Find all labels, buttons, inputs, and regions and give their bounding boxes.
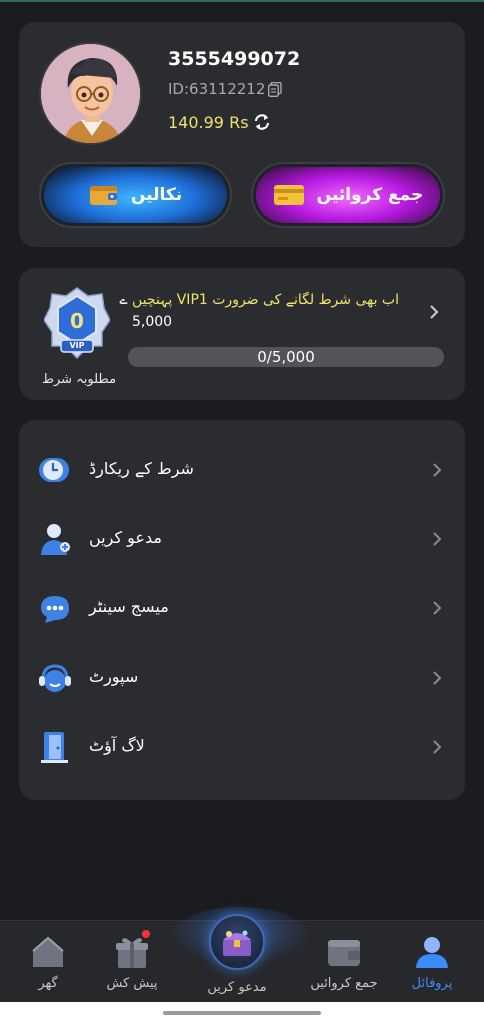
nav-label-profile: پروفائل bbox=[411, 976, 453, 991]
deposit-label: جمع کروائیں bbox=[316, 185, 424, 205]
profile-card: 3555499072 ID:63112212 140.99 Rs نکالیں … bbox=[19, 22, 465, 247]
balance-amount: 140.99 Rs bbox=[168, 113, 249, 132]
status-accent-line bbox=[0, 0, 484, 2]
nav-home[interactable]: گھر bbox=[0, 921, 96, 1003]
wallet-icon bbox=[89, 186, 117, 205]
gift-icon bbox=[116, 938, 148, 968]
vip-level: 0 bbox=[70, 309, 84, 333]
nav-center-button bbox=[209, 914, 265, 970]
nav-promotions[interactable]: پیش کش bbox=[84, 921, 180, 1003]
support-headset-icon bbox=[39, 664, 71, 692]
chevron-right-icon bbox=[433, 463, 442, 477]
notification-dot bbox=[142, 930, 150, 938]
wallet-icon bbox=[328, 940, 360, 966]
nav-deposit[interactable]: جمع کروائیں bbox=[296, 921, 392, 1003]
vip-progress-text: 0/5,000 bbox=[257, 348, 315, 366]
message-icon bbox=[41, 596, 69, 623]
chevron-right-icon bbox=[433, 671, 442, 685]
chevron-right-icon bbox=[433, 740, 442, 754]
menu-label-logout: لاگ آؤٹ bbox=[89, 736, 145, 755]
chevron-right-icon bbox=[433, 601, 442, 615]
menu-label-message-center: میسج سینٹر bbox=[89, 597, 169, 616]
menu-label-support: سپورٹ bbox=[89, 667, 139, 686]
chevron-right-icon[interactable] bbox=[429, 304, 439, 320]
vip-message-text: اب بھی شرط لگانے کی ضرورت VIP1 پہنچیں bbox=[132, 292, 399, 308]
nav-label-deposit: جمع کروائیں bbox=[310, 976, 378, 991]
clock-icon bbox=[39, 458, 69, 482]
menu-item-logout[interactable]: لاگ آؤٹ bbox=[19, 717, 465, 777]
logout-door-icon bbox=[41, 732, 68, 763]
profile-icon bbox=[416, 937, 448, 968]
avatar-illustration bbox=[41, 44, 140, 143]
vip-progress-bar: 0/5,000 bbox=[128, 347, 444, 367]
vip-caption: مطلوبہ شرط bbox=[41, 372, 117, 387]
menu-label-invite: مدعو کریں bbox=[89, 528, 162, 547]
card-icon bbox=[273, 185, 304, 205]
bottom-nav: گھر پیش کش مدعو کریں جمع کروائیں پروفائل bbox=[0, 907, 484, 1003]
treasure-chest-icon bbox=[223, 930, 251, 956]
menu-label-bet-records: شرط کے ریکارڈ bbox=[89, 459, 194, 478]
chevron-right-icon bbox=[433, 532, 442, 546]
home-icon bbox=[32, 936, 64, 967]
vip-badge-text: VIP bbox=[69, 341, 85, 350]
username: 3555499072 bbox=[168, 48, 301, 70]
copy-icon[interactable] bbox=[268, 82, 282, 97]
menu-item-invite[interactable]: مدعو کریں bbox=[19, 509, 465, 569]
deposit-button[interactable]: جمع کروائیں bbox=[251, 162, 445, 228]
avatar[interactable] bbox=[39, 42, 142, 145]
menu-item-message-center[interactable]: میسج سینٹر bbox=[19, 578, 465, 638]
nav-label-invite: مدعو کریں bbox=[207, 980, 267, 995]
gesture-bar[interactable] bbox=[163, 1011, 321, 1015]
menu-item-support[interactable]: سپورٹ bbox=[19, 648, 465, 708]
nav-invite[interactable]: مدعو کریں bbox=[189, 914, 285, 1003]
refresh-icon[interactable] bbox=[253, 113, 271, 131]
nav-label-promotions: پیش کش bbox=[106, 976, 158, 991]
user-id: ID:63112212 bbox=[168, 80, 266, 98]
nav-label-home: گھر bbox=[38, 976, 58, 991]
system-gesture-area bbox=[0, 1002, 484, 1024]
menu-card: شرط کے ریکارڈ مدعو کریں میسج سینٹر سپورٹ… bbox=[19, 420, 465, 800]
withdraw-button[interactable]: نکالیں bbox=[39, 162, 232, 228]
menu-item-bet-records[interactable]: شرط کے ریکارڈ bbox=[19, 440, 465, 500]
withdraw-label: نکالیں bbox=[130, 185, 183, 205]
vip-message-suffix: ے bbox=[119, 292, 128, 308]
vip-message: اب بھی شرط لگانے کی ضرورت VIP1 پہنچیں ے bbox=[109, 288, 399, 313]
vip-required-amount: 5,000 bbox=[132, 314, 173, 330]
invite-user-icon bbox=[41, 524, 70, 555]
vip-card[interactable]: 0 VIP مطلوبہ شرط اب بھی شرط لگانے کی ضرو… bbox=[19, 268, 465, 400]
nav-profile[interactable]: پروفائل bbox=[384, 921, 480, 1003]
